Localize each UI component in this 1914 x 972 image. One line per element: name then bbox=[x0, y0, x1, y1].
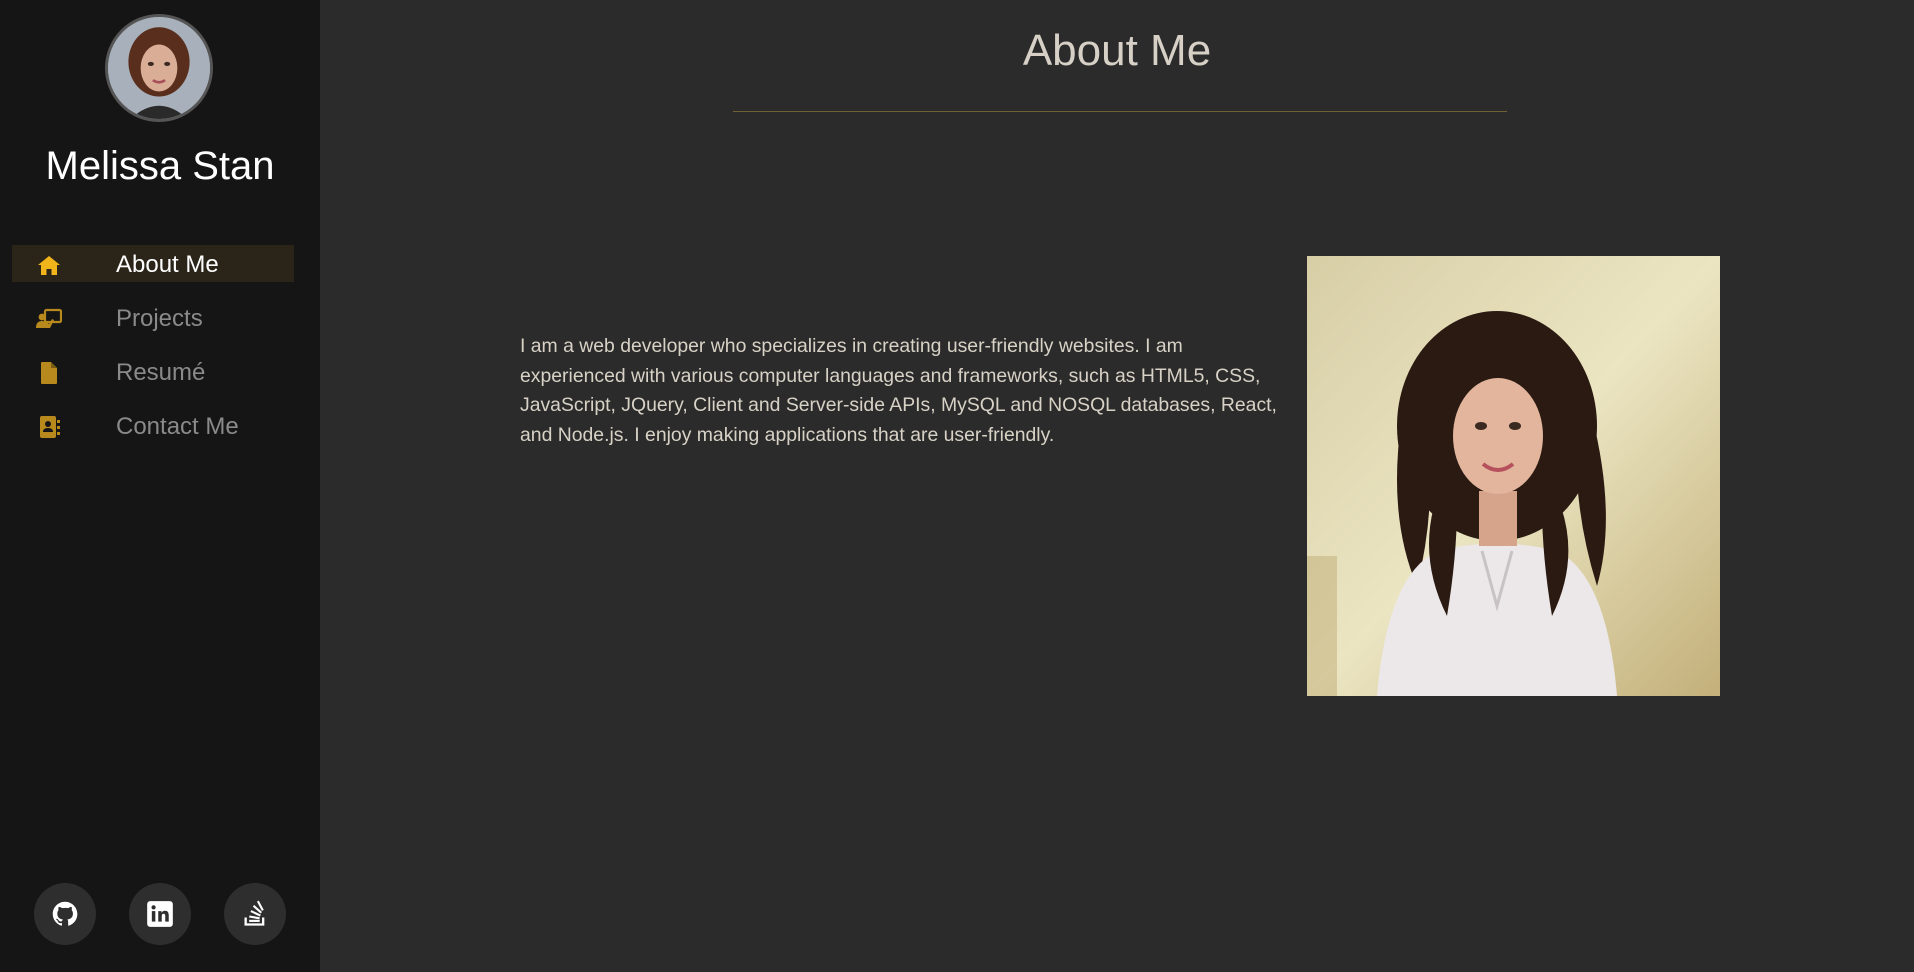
github-link[interactable] bbox=[34, 883, 96, 945]
linkedin-icon bbox=[147, 901, 173, 927]
file-icon bbox=[36, 361, 62, 385]
nav-label-contact-me: Contact Me bbox=[116, 413, 239, 440]
nav-item-resume[interactable]: Resumé bbox=[12, 353, 294, 390]
nav-label-projects: Projects bbox=[116, 305, 203, 332]
linkedin-link[interactable] bbox=[129, 883, 191, 945]
home-icon bbox=[36, 253, 62, 277]
nav-item-contact-me[interactable]: Contact Me bbox=[12, 407, 294, 444]
avatar-image bbox=[108, 17, 210, 119]
sidebar: Melissa Stan About Me Projects Resumé Co… bbox=[0, 0, 320, 972]
nav-label-about-me: About Me bbox=[116, 251, 219, 278]
sidebar-nav: About Me Projects Resumé Contact Me bbox=[12, 245, 294, 461]
nav-item-about-me[interactable]: About Me bbox=[12, 245, 294, 282]
bio-text: I am a web developer who specializes in … bbox=[520, 335, 1277, 446]
nav-label-resume: Resumé bbox=[116, 359, 206, 386]
title-divider bbox=[733, 111, 1507, 112]
stack-overflow-link[interactable] bbox=[224, 883, 286, 945]
profile-photo bbox=[1307, 256, 1720, 696]
nav-item-projects[interactable]: Projects bbox=[12, 299, 294, 336]
profile-name: Melissa Stan bbox=[45, 144, 275, 188]
stack-overflow-icon bbox=[244, 900, 265, 926]
presentation-icon bbox=[36, 307, 62, 331]
contact-book-icon bbox=[36, 415, 62, 439]
avatar bbox=[105, 14, 213, 122]
social-links bbox=[34, 883, 288, 945]
page-title: About Me bbox=[1022, 26, 1212, 75]
github-icon bbox=[52, 901, 78, 926]
